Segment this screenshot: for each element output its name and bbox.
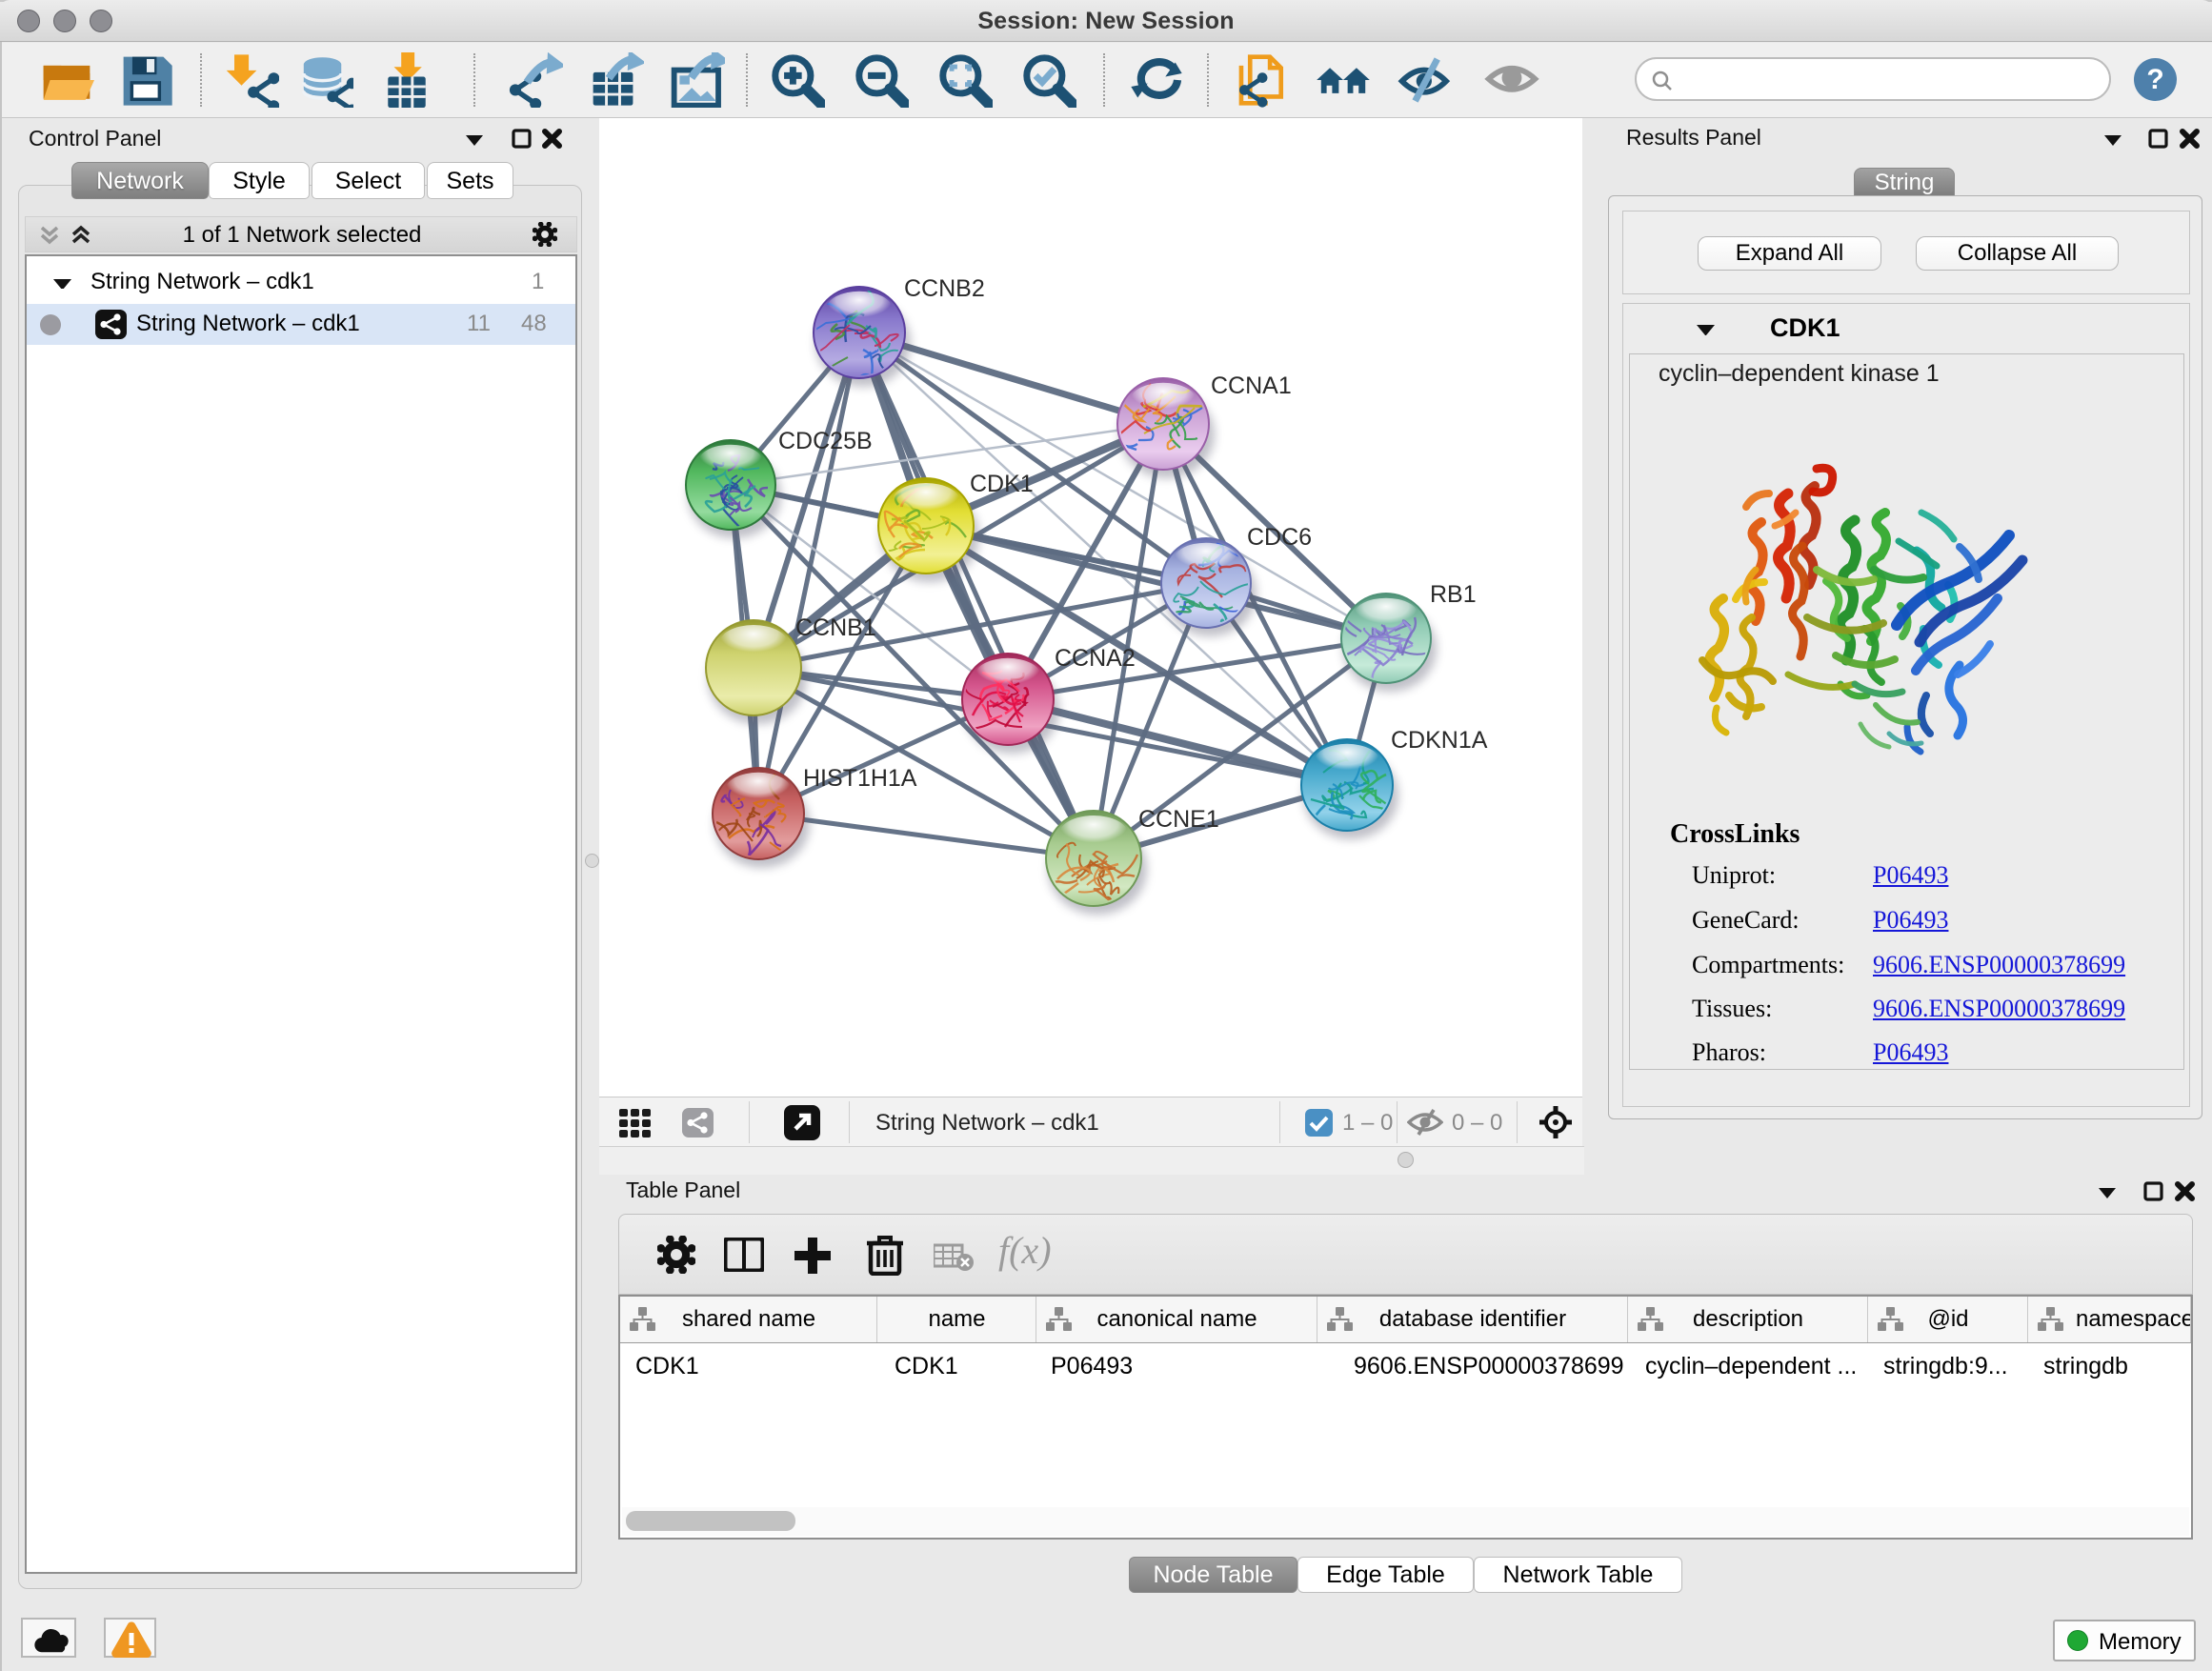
svg-text:CDKN1A: CDKN1A bbox=[1391, 727, 1488, 754]
svg-text:RB1: RB1 bbox=[1430, 581, 1477, 608]
svg-text:CCNB2: CCNB2 bbox=[904, 275, 985, 302]
svg-text:CCNA2: CCNA2 bbox=[1055, 645, 1136, 672]
svg-text:CDK1: CDK1 bbox=[970, 471, 1034, 497]
svg-text:CCNA1: CCNA1 bbox=[1211, 372, 1292, 399]
svg-text:CCNB1: CCNB1 bbox=[795, 614, 876, 641]
svg-text:CDC6: CDC6 bbox=[1247, 524, 1312, 551]
svg-text:CCNE1: CCNE1 bbox=[1138, 806, 1219, 833]
svg-text:HIST1H1A: HIST1H1A bbox=[803, 765, 917, 792]
svg-text:CDC25B: CDC25B bbox=[778, 428, 873, 454]
